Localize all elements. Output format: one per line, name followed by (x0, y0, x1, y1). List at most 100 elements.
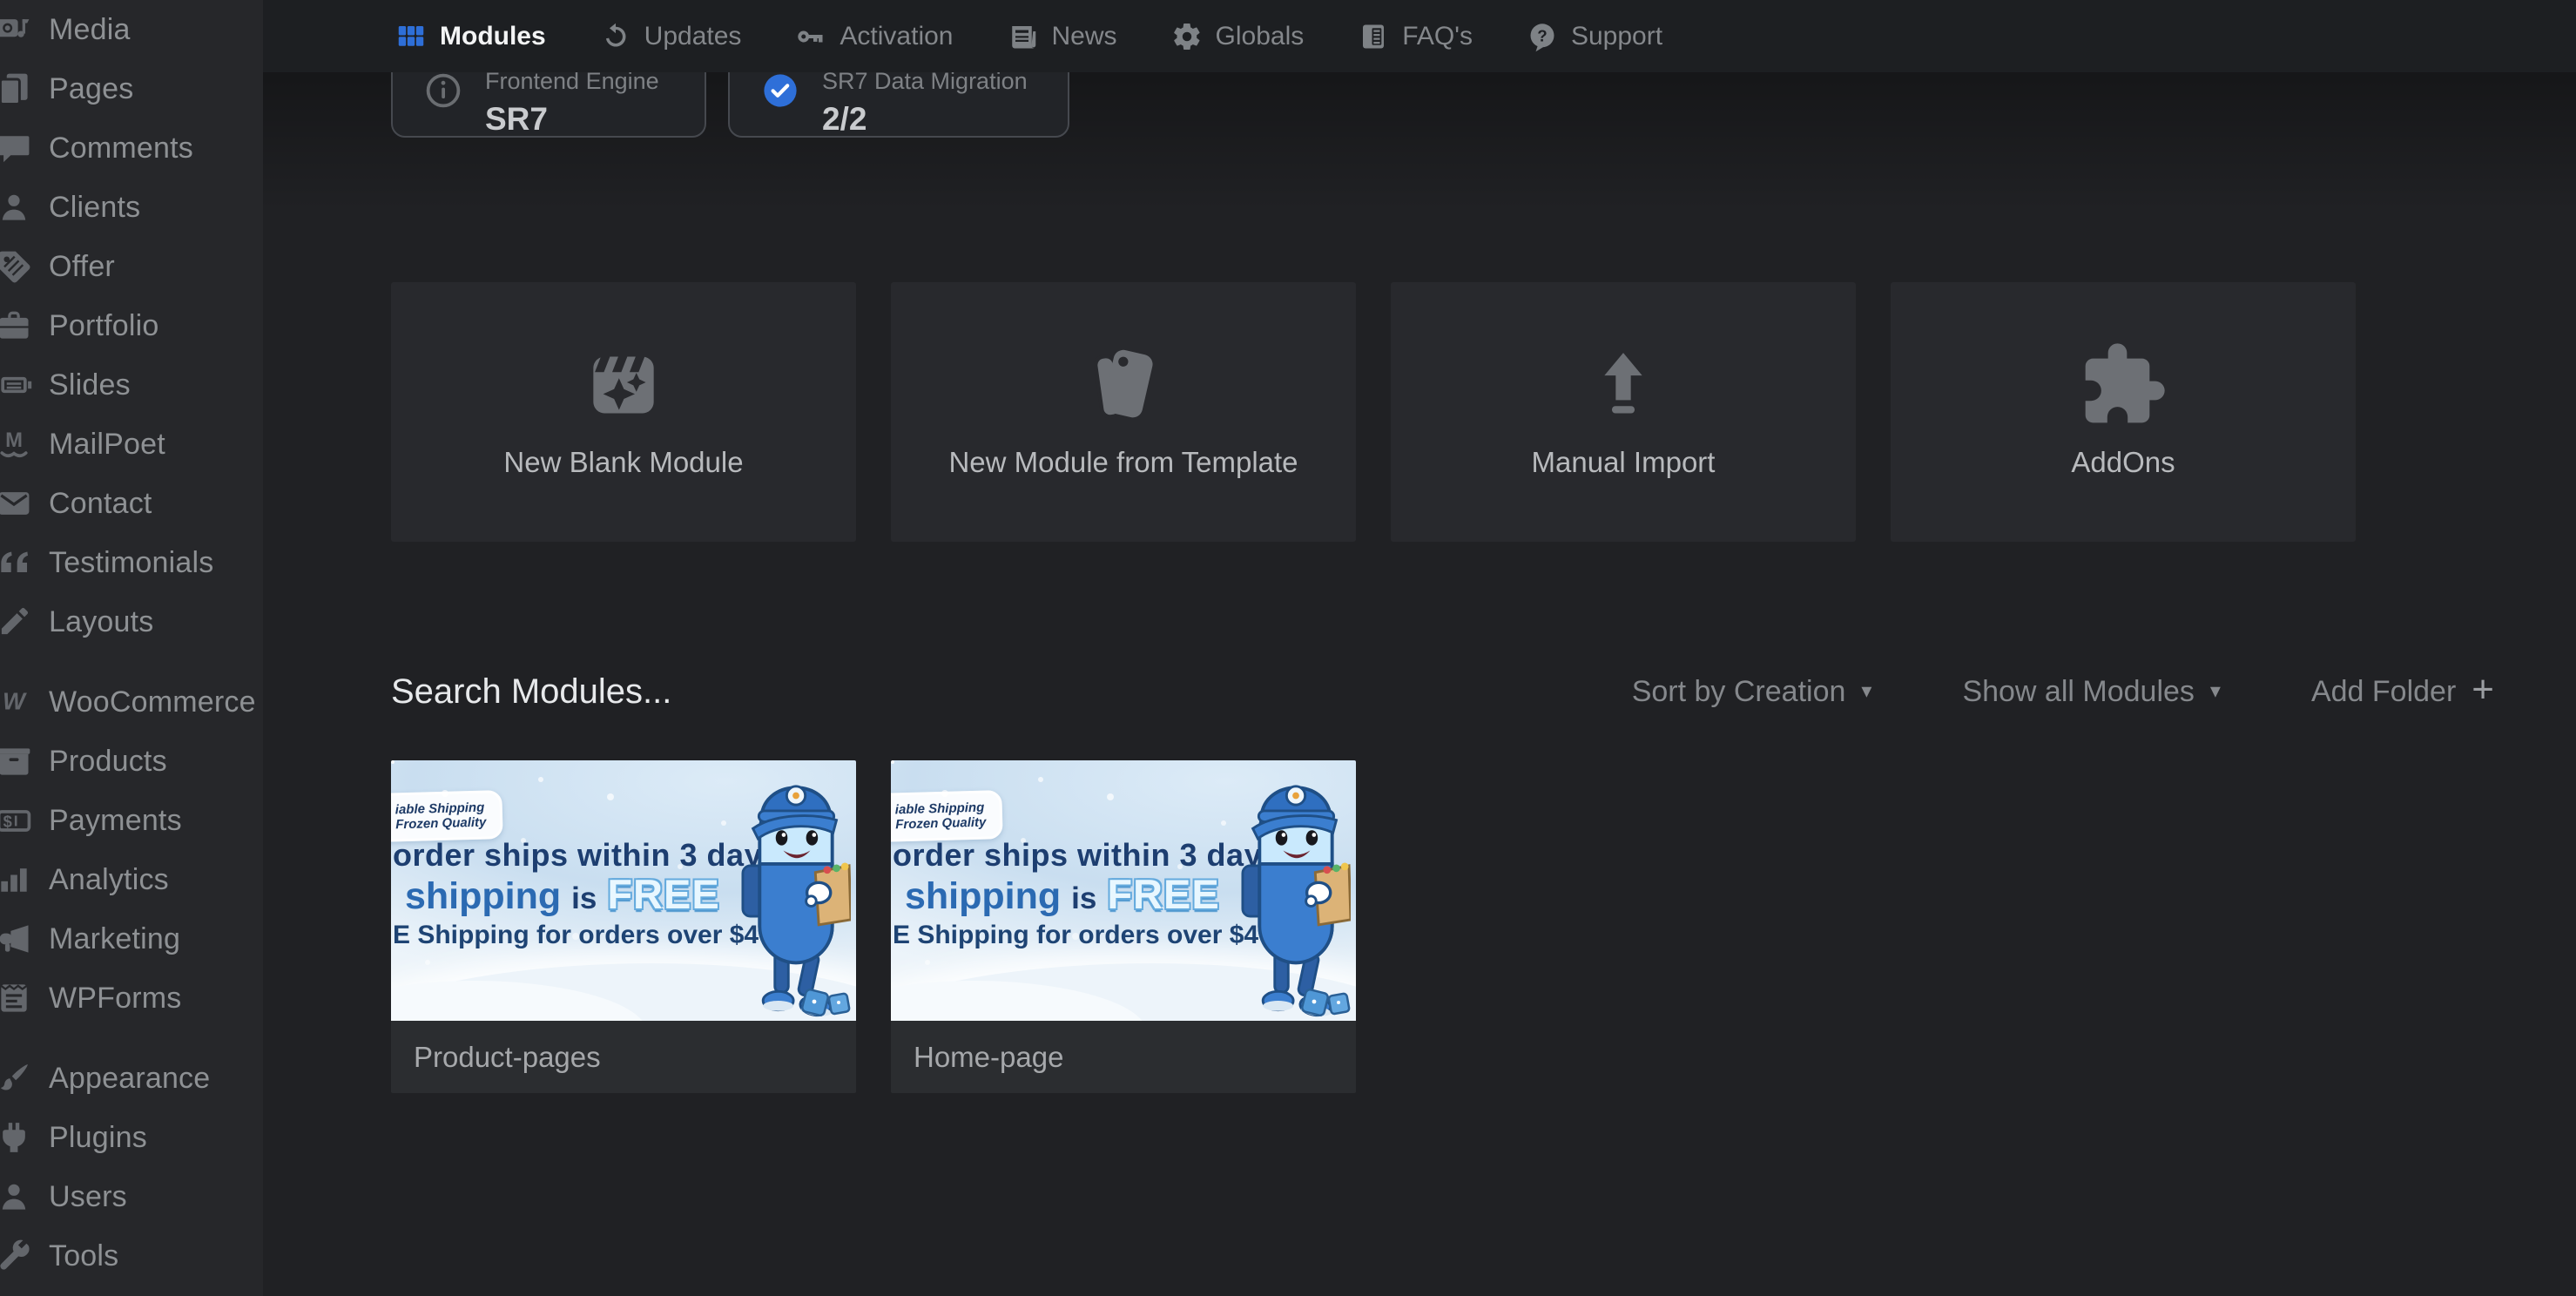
content-area: Frontend Engine SR7 SR7 Data Migration 2… (263, 0, 2576, 1296)
info-icon (422, 70, 464, 111)
analytics-bars-icon (0, 861, 33, 899)
show-modules-dropdown[interactable]: Show all Modules ▾ (1962, 675, 2221, 709)
banner-footnote: E Shipping for orders over $40 (893, 921, 1273, 949)
new-module-from-template-card[interactable]: New Module from Template (891, 282, 1356, 542)
action-card-row: New Blank Module New Module from Templat… (391, 282, 2356, 542)
add-folder-button[interactable]: Add Folder + (2310, 671, 2494, 709)
status-card-value: SR7 (485, 101, 548, 137)
tab-modules[interactable]: Modules (395, 21, 546, 52)
chevron-down-icon: ▾ (2209, 679, 2221, 703)
banner-headline: order ships within 3 days (893, 837, 1280, 873)
banner-headline: order ships within 3 days (393, 837, 780, 873)
sidebar-item-label: Layouts (49, 604, 154, 638)
banner-subheadline: shipping is FREE (405, 871, 720, 917)
sidebar-item-label: Plugins (49, 1120, 147, 1154)
svg-text:?: ? (1537, 26, 1547, 44)
search-modules-input[interactable] (391, 672, 948, 712)
sidebar-item-marketing[interactable]: Marketing (0, 909, 263, 969)
sidebar-item-wpforms[interactable]: WPForms (0, 969, 263, 1028)
badge-line2: Frozen Quality (395, 814, 487, 833)
addons-card[interactable]: AddOns (1891, 282, 2356, 542)
ice-cubes-decor (801, 989, 851, 1016)
sidebar-item-portfolio[interactable]: Portfolio (0, 296, 263, 355)
module-grid: iable Shipping Frozen Quality order ship… (391, 760, 1356, 1093)
sidebar-item-products[interactable]: Products (0, 732, 263, 791)
add-folder-label: Add Folder (2310, 674, 2457, 708)
new-blank-module-card[interactable]: New Blank Module (391, 282, 856, 542)
sidebar-item-clients[interactable]: Clients (0, 178, 263, 237)
tab-globals[interactable]: Globals (1171, 21, 1304, 52)
tab-label: Updates (644, 21, 742, 51)
layouts-pencil-icon (0, 603, 33, 641)
contact-envelope-icon (0, 484, 33, 523)
tab-activation[interactable]: Activation (795, 21, 954, 52)
activation-key-icon (795, 21, 826, 52)
sidebar-item-woocommerce[interactable]: W WooCommerce (0, 672, 263, 732)
sidebar-item-label: Analytics (49, 862, 169, 896)
sidebar-item-label: Offer (49, 249, 115, 283)
sidebar-item-offer[interactable]: Offer (0, 237, 263, 296)
sidebar-item-media[interactable]: Media (0, 0, 263, 59)
module-card-product-pages[interactable]: iable Shipping Frozen Quality order ship… (391, 760, 856, 1093)
wpforms-icon (0, 979, 33, 1017)
sidebar-item-comments[interactable]: Comments (0, 118, 263, 178)
banner-subheadline: shipping is FREE (905, 871, 1220, 917)
ice-cubes-decor (1301, 989, 1351, 1016)
testimonials-quote-icon (0, 543, 33, 582)
module-thumbnail: iable Shipping Frozen Quality order ship… (391, 760, 856, 1021)
sidebar-item-payments[interactable]: $ Payments (0, 791, 263, 850)
sidebar-item-label: Comments (49, 131, 193, 165)
tab-faqs[interactable]: FAQ's (1358, 21, 1473, 52)
news-icon (1008, 21, 1039, 52)
support-help-icon: ? (1527, 21, 1558, 52)
sidebar-item-plugins[interactable]: Plugins (0, 1108, 263, 1167)
tab-news[interactable]: News (1008, 21, 1117, 52)
badge-line2: Frozen Quality (895, 814, 987, 833)
tab-support[interactable]: ? Support (1527, 21, 1662, 52)
tab-updates[interactable]: Updates (600, 21, 742, 52)
users-icon (0, 1178, 33, 1216)
mailpoet-icon: M (0, 425, 33, 463)
sidebar-item-slides[interactable]: Slides (0, 355, 263, 415)
sidebar-item-contact[interactable]: Contact (0, 474, 263, 533)
sidebar-item-appearance[interactable]: Appearance (0, 1049, 263, 1108)
sidebar-item-testimonials[interactable]: Testimonials (0, 533, 263, 592)
globals-gear-icon (1171, 21, 1203, 52)
show-modules-label: Show all Modules (1962, 674, 2195, 708)
payments-card-icon: $ (0, 801, 33, 840)
sidebar-item-layouts[interactable]: Layouts (0, 592, 263, 651)
sidebar-item-pages[interactable]: Pages (0, 59, 263, 118)
sidebar-item-label: Media (49, 12, 131, 46)
puzzle-icon (2078, 336, 2168, 434)
sidebar-group-woocommerce: W WooCommerce Products $ Payments Analyt… (0, 672, 263, 1028)
module-card-title: Home-page (891, 1021, 1356, 1093)
sidebar-item-label: Tools (49, 1239, 119, 1272)
sidebar-item-mailpoet[interactable]: M MailPoet (0, 415, 263, 474)
toolbar-right-group: Sort by Creation ▾ Show all Modules ▾ Ad… (1632, 671, 2494, 709)
faqs-book-icon (1358, 21, 1389, 52)
offer-tag-icon (0, 247, 33, 286)
clapper-sparkle-icon (578, 336, 669, 434)
shipping-badge: iable Shipping Frozen Quality (391, 790, 503, 842)
snowflakes-decor (391, 760, 394, 764)
module-card-home-page[interactable]: iable Shipping Frozen Quality order ship… (891, 760, 1356, 1093)
manual-import-card[interactable]: Manual Import (1391, 282, 1856, 542)
action-card-label: New Module from Template (948, 446, 1298, 478)
svg-text:$: $ (3, 813, 12, 831)
sidebar-item-label: Marketing (49, 921, 181, 955)
sidebar-item-label: Slides (49, 368, 131, 402)
sidebar-item-analytics[interactable]: Analytics (0, 850, 263, 909)
plugins-plug-icon (0, 1118, 33, 1157)
sort-by-dropdown[interactable]: Sort by Creation ▾ (1632, 675, 1872, 709)
sidebar-item-tools[interactable]: Tools (0, 1226, 263, 1286)
sidebar-item-label: Products (49, 744, 167, 778)
upload-icon (1578, 336, 1669, 434)
updates-icon (600, 21, 631, 52)
sidebar-item-users[interactable]: Users (0, 1167, 263, 1226)
modules-toolbar: Sort by Creation ▾ Show all Modules ▾ Ad… (391, 658, 2494, 725)
sidebar-item-label: WPForms (49, 981, 182, 1015)
sidebar-item-label: Appearance (49, 1061, 211, 1095)
check-badge-icon (759, 70, 801, 111)
tools-wrench-icon (0, 1237, 33, 1275)
sr7-top-navigation: Modules Updates Activation News Globals … (263, 0, 2576, 72)
